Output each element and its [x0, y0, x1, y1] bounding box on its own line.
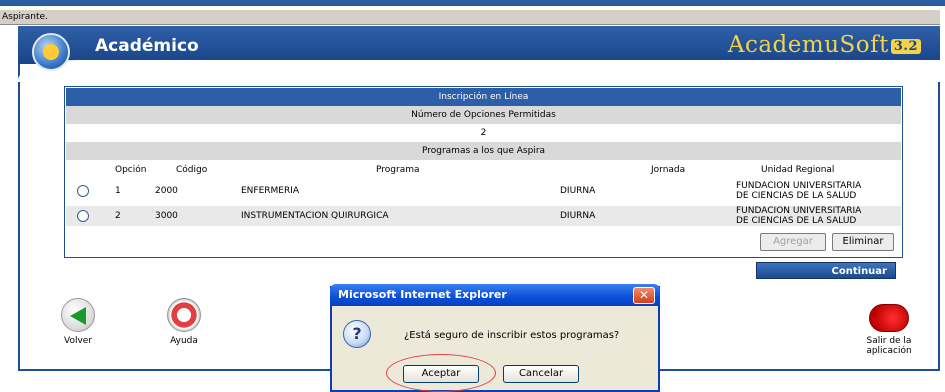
- table-header: Opción Código Programa Jornada Unidad Re…: [66, 162, 901, 178]
- cell-codigo: 3000: [155, 211, 178, 221]
- options-value: 2: [66, 124, 901, 142]
- cell-unidad: FUNDACION UNIVERSITARIA DE CIENCIAS DE LA…: [736, 206, 862, 226]
- salir-label-line1: Salir de la: [866, 336, 912, 346]
- exit-icon: [869, 304, 909, 332]
- brand-version: 3.2: [890, 39, 921, 54]
- cell-unidad: FUNDACION UNIVERSITARIA DE CIENCIAS DE LA…: [736, 181, 862, 201]
- col-unidad: Unidad Regional: [761, 165, 835, 175]
- continuar-button[interactable]: Continuar: [756, 262, 896, 279]
- back-arrow-icon: [61, 298, 95, 332]
- module-title: Académico: [95, 36, 199, 56]
- col-opcion: Opción: [115, 165, 147, 175]
- col-programa: Programa: [376, 165, 420, 175]
- col-codigo: Código: [176, 165, 208, 175]
- cell-programa: ENFERMERIA: [241, 186, 300, 196]
- programs-label: Programas a los que Aspira: [66, 142, 901, 160]
- eliminar-button[interactable]: Eliminar: [832, 233, 894, 251]
- cancelar-button[interactable]: Cancelar: [503, 365, 579, 383]
- cell-programa: INSTRUMENTACION QUIRURGICA: [241, 211, 389, 221]
- header-curve: [18, 60, 940, 82]
- cell-opcion: 2: [115, 211, 121, 221]
- salir-label-line2: aplicación: [866, 346, 912, 356]
- close-icon[interactable]: ✕: [633, 287, 655, 304]
- panel-title: Inscripción en Línea: [66, 88, 901, 106]
- ayuda-button[interactable]: Ayuda: [162, 298, 206, 346]
- top-bar: [0, 0, 945, 6]
- question-icon: ?: [343, 320, 371, 348]
- select-radio[interactable]: [77, 185, 89, 197]
- volver-label: Volver: [63, 336, 93, 346]
- salir-button[interactable]: Salir de la aplicación: [858, 304, 920, 356]
- agregar-button[interactable]: Agregar: [760, 233, 826, 251]
- inscription-panel: Inscripción en Línea Número de Opciones …: [64, 86, 903, 258]
- cell-opcion: 1: [115, 186, 121, 196]
- dialog-title: Microsoft Internet Explorer: [330, 284, 660, 306]
- dialog-message: ¿Está seguro de inscribir estos programa…: [404, 330, 620, 341]
- options-label: Número de Opciones Permitidas: [66, 106, 901, 124]
- select-radio[interactable]: [77, 210, 89, 222]
- cell-jornada: DIURNA: [560, 186, 596, 196]
- window-label: Aspirante.: [0, 10, 940, 25]
- table-row[interactable]: 1 2000 ENFERMERIA DIURNA FUNDACION UNIVE…: [66, 181, 901, 201]
- col-jornada: Jornada: [651, 165, 686, 175]
- aceptar-button[interactable]: Aceptar: [403, 365, 479, 383]
- brand-logo: AcademuSoft 3.2: [728, 32, 921, 58]
- app-logo-icon: [32, 33, 70, 71]
- volver-button[interactable]: Volver: [56, 298, 100, 346]
- lifebuoy-icon: [167, 298, 201, 332]
- cell-jornada: DIURNA: [560, 211, 596, 221]
- table-row[interactable]: 2 3000 INSTRUMENTACION QUIRURGICA DIURNA…: [66, 206, 901, 226]
- ayuda-label: Ayuda: [170, 336, 198, 346]
- cell-codigo: 2000: [155, 186, 178, 196]
